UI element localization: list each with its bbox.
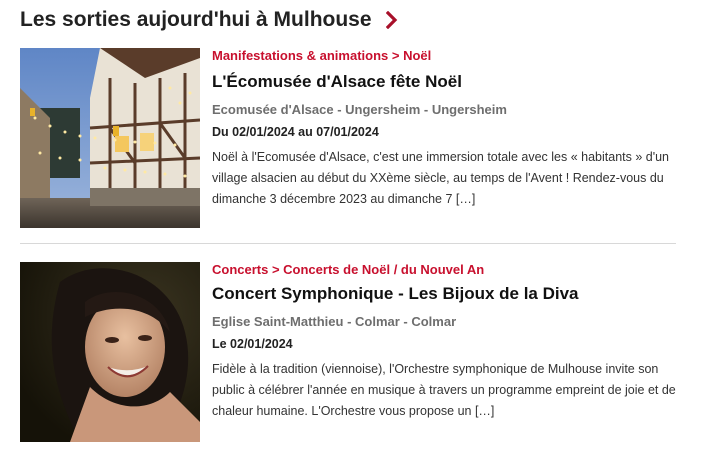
event-venue[interactable]: Eglise Saint-Matthieu - Colmar - Colmar: [212, 313, 682, 331]
event-dates: Le 02/01/2024: [212, 337, 293, 351]
event-content: Concerts > Concerts de Noël / du Nouvel …: [212, 262, 682, 422]
event-title[interactable]: Concert Symphonique - Les Bijoux de la D…: [212, 283, 682, 305]
event-image-christmas-village[interactable]: [20, 48, 200, 228]
event-card[interactable]: Concerts > Concerts de Noël / du Nouvel …: [20, 262, 676, 442]
event-dates: Du 02/01/2024 au 07/01/2024: [212, 125, 379, 139]
event-card[interactable]: Manifestations & animations > Noël L'Éco…: [20, 48, 676, 228]
section-header[interactable]: Les sorties aujourd'hui à Mulhouse: [20, 5, 398, 35]
event-description: Noël à l'Ecomusée d'Alsace, c'est une im…: [212, 150, 670, 206]
event-category[interactable]: Manifestations & animations > Noël: [212, 47, 682, 65]
chevron-right-icon[interactable]: [385, 10, 398, 30]
event-category[interactable]: Concerts > Concerts de Noël / du Nouvel …: [212, 261, 682, 279]
event-title[interactable]: L'Écomusée d'Alsace fête Noël: [212, 71, 682, 93]
event-content: Manifestations & animations > Noël L'Éco…: [212, 48, 682, 210]
event-description: Fidèle à la tradition (viennoise), l'Orc…: [212, 362, 676, 418]
section-title[interactable]: Les sorties aujourd'hui à Mulhouse: [20, 8, 372, 32]
event-divider: [20, 243, 676, 244]
event-venue[interactable]: Ecomusée d'Alsace - Ungersheim - Ungersh…: [212, 101, 682, 119]
event-image-singer-portrait[interactable]: [20, 262, 200, 442]
